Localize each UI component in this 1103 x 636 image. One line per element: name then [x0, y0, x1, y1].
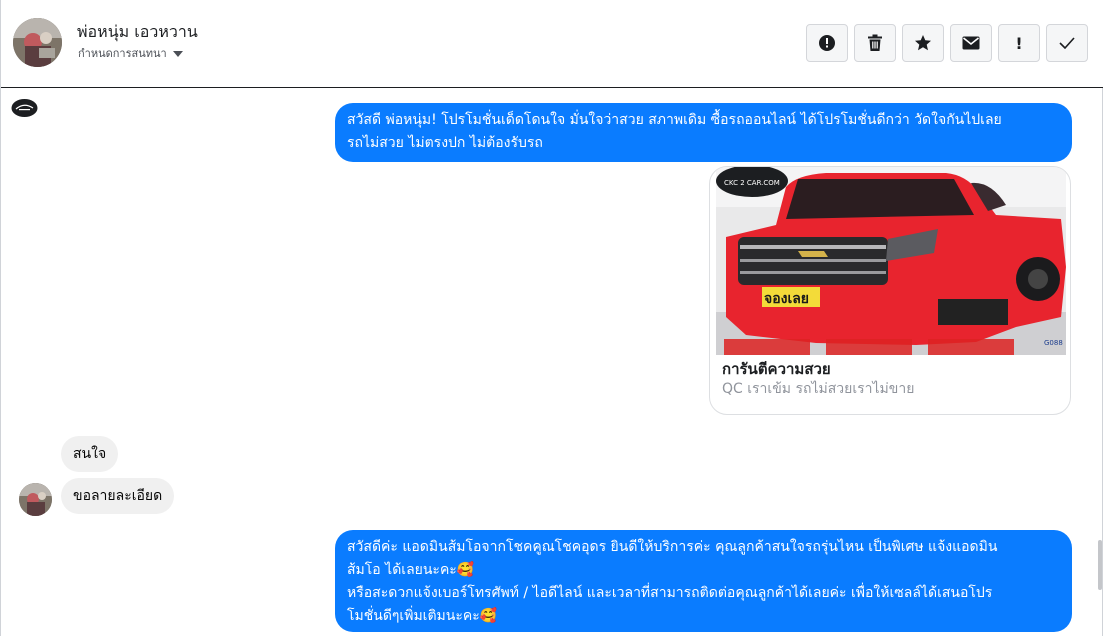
outgoing-message-bubble[interactable]: สวัสดี พ่อหนุ่ม! โปรโมชั่นเด็ดโดนใจ มั่น…: [335, 103, 1072, 162]
delete-button[interactable]: [854, 24, 896, 62]
contact-avatar[interactable]: [13, 18, 62, 67]
star-icon: [915, 35, 931, 51]
watermark-text: CKC 2 CAR.COM: [724, 179, 780, 187]
promo-badge-text: จองเลย: [764, 291, 809, 307]
page-logo-avatar: [11, 98, 38, 118]
follow-up-button[interactable]: !: [998, 24, 1040, 62]
contact-name[interactable]: พ่อหนุ่ม เอวหวาน: [77, 20, 198, 45]
message-line: สวัสดี พ่อหนุ่ม! โปรโมชั่นเด็ดโดนใจ มั่น…: [347, 112, 1002, 128]
outgoing-message-bubble[interactable]: สวัสดีค่ะ แอดมินส้มโอจากโชคคูณโชคอุดร ยิ…: [335, 530, 1072, 632]
promo-card-image[interactable]: จองเลย CKC 2 CAR.COM G088: [716, 167, 1066, 355]
assign-conversation-label: กำหนดการสนทนา: [78, 47, 167, 60]
caret-down-icon: [172, 50, 183, 57]
conversation-header: พ่อหนุ่ม เอวหวาน กำหนดการสนทนา !: [1, 0, 1103, 88]
exclamation-icon: !: [1015, 33, 1023, 53]
message-text: ขอลายละเอียด: [73, 488, 163, 504]
check-icon: [1059, 37, 1075, 49]
incoming-message-bubble[interactable]: สนใจ: [61, 436, 119, 472]
assign-conversation-dropdown[interactable]: กำหนดการสนทนา: [78, 44, 183, 62]
alert-circle-icon: [819, 35, 835, 51]
message-line: รถไม่สวย ไม่ตรงปก ไม่ต้องรับรถ: [347, 135, 543, 151]
message-text: สนใจ: [73, 446, 107, 462]
scrollbar[interactable]: [1098, 540, 1102, 590]
message-line: โมชั่นดีๆเพิ่มเติมนะคะ🥰: [347, 608, 498, 624]
contact-avatar-small[interactable]: [19, 483, 52, 516]
message-line: หรือสะดวกแจ้งเบอร์โทรศัพท์ / ไอดีไลน์ แล…: [347, 585, 993, 601]
message-line: ส้มโอ ได้เลยนะคะ🥰: [347, 562, 475, 578]
trash-icon: [868, 34, 882, 51]
star-button[interactable]: [902, 24, 944, 62]
mark-done-button[interactable]: [1046, 24, 1088, 62]
envelope-icon: [962, 36, 980, 50]
spam-button[interactable]: [806, 24, 848, 62]
stock-code: G088: [1044, 339, 1063, 347]
promo-card-subtitle: QC เราเข้ม รถไม่สวยเราไม่ขาย: [722, 381, 915, 397]
conversation-pane: พ่อหนุ่ม เอวหวาน กำหนดการสนทนา ! สวัสดี …: [0, 0, 1103, 636]
incoming-message-bubble[interactable]: ขอลายละเอียด: [61, 478, 175, 514]
conversation-toolbar: !: [806, 24, 1088, 62]
promo-card[interactable]: จองเลย CKC 2 CAR.COM G088 การันตีความสวย…: [709, 166, 1071, 415]
mark-unread-button[interactable]: [950, 24, 992, 62]
message-line: สวัสดีค่ะ แอดมินส้มโอจากโชคคูณโชคอุดร ยิ…: [347, 539, 998, 555]
